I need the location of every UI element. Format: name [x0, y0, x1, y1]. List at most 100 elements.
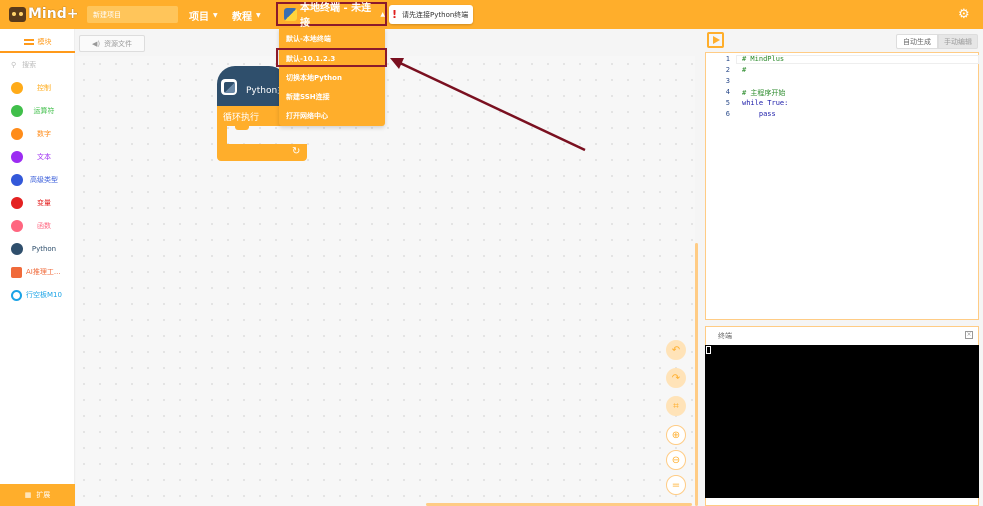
line-number: 3: [725, 77, 730, 85]
tab-blocks[interactable]: 模块: [0, 33, 75, 53]
terminal-cursor: [706, 346, 711, 354]
python-block-icon: [221, 79, 237, 95]
python-icon: [284, 7, 297, 21]
redo-icon[interactable]: ↷: [666, 368, 686, 388]
zoom-out-icon[interactable]: ⊖: [666, 450, 686, 470]
category-advanced-types[interactable]: 高级类型: [0, 169, 75, 191]
category-unihiker-m10[interactable]: 行空板M10: [0, 284, 75, 306]
connect-tip: ! 请先连接Python终端: [389, 5, 474, 24]
chevron-down-icon: ▼: [213, 12, 218, 19]
code-line: 6 pass: [706, 110, 776, 121]
category-label: 行空板M10: [26, 291, 62, 299]
menu-item-switch-local-python[interactable]: 切换本地Python: [279, 67, 385, 86]
category-label: 高级类型: [30, 176, 58, 184]
category-variables[interactable]: 变量: [0, 192, 75, 214]
manual-edit-button[interactable]: 手动编辑: [938, 34, 978, 49]
category-label: 控制: [37, 84, 51, 92]
tab-blocks-label: 模块: [37, 38, 52, 46]
menu-project[interactable]: 项目 ▼: [189, 8, 218, 23]
loop-arm: [217, 126, 227, 144]
code-line: 1 # MindPlus: [706, 55, 784, 66]
brand-name: Mind+: [28, 6, 79, 22]
category-label: 运算符: [33, 107, 55, 115]
category-label: AI推理工...: [26, 268, 61, 276]
loop-label: 循环执行: [223, 113, 260, 123]
vertical-scrollbar[interactable]: [695, 243, 698, 506]
category-dot-icon: [11, 105, 23, 117]
category-python[interactable]: Python: [0, 238, 75, 260]
code-text: # MindPlus: [742, 55, 785, 63]
menu-project-label: 项目: [189, 12, 209, 23]
category-dot-icon: [11, 197, 23, 209]
terminal-dropdown-menu: 默认-本地终端 默认-10.1.2.3 切换本地Python 新建SSH连接 打…: [276, 28, 387, 126]
category-numbers[interactable]: 数字: [0, 123, 75, 145]
menu-tutorial[interactable]: 教程 ▼: [232, 8, 261, 23]
reset-zoom-icon[interactable]: =: [666, 475, 686, 495]
robot-logo-icon: [9, 6, 26, 22]
block-search[interactable]: ⚲ 搜索: [11, 60, 36, 70]
category-operators[interactable]: 运算符: [0, 100, 75, 122]
extension-icon: ▦: [24, 491, 32, 499]
category-label: Python: [31, 245, 57, 253]
menu-item-default-local-terminal[interactable]: 默认-本地终端: [279, 28, 385, 47]
close-icon[interactable]: ×: [965, 331, 973, 339]
gear-icon[interactable]: ⚙: [958, 7, 970, 22]
mindplus-logo[interactable]: Mind+: [9, 4, 78, 24]
line-number: 6: [725, 110, 730, 118]
terminal-selector-label: 本地终端 - 未连接: [300, 3, 372, 29]
category-text[interactable]: 文本: [0, 146, 75, 168]
category-control[interactable]: 控制: [0, 77, 75, 99]
tab-assets-label: 资源文件: [104, 39, 133, 48]
chevron-down-icon: ▼: [256, 12, 261, 19]
extension-button[interactable]: ▦ 扩展: [0, 484, 75, 506]
category-dot-icon: [11, 82, 23, 94]
loop-notch: [235, 126, 249, 130]
terminal-title: 终端: [718, 332, 732, 340]
category-functions[interactable]: 函数: [0, 215, 75, 237]
category-dot-icon: [11, 151, 23, 163]
zoom-in-icon[interactable]: ⊕: [666, 425, 686, 445]
code-text: while True:: [742, 99, 789, 107]
category-dot-icon: [11, 220, 23, 232]
category-label: 文本: [37, 153, 51, 161]
menu-item-default-remote[interactable]: 默认-10.1.2.3: [276, 48, 387, 67]
code-editor[interactable]: 1 # MindPlus 2 # 3 4 # 主程序开始 5 while Tru…: [705, 52, 979, 320]
crop-icon[interactable]: ⌗: [666, 396, 686, 416]
warning-icon: !: [392, 8, 398, 21]
line-number: 1: [725, 55, 730, 63]
extension-label: 扩展: [36, 491, 51, 499]
category-label: 数字: [37, 130, 51, 138]
category-label: 函数: [37, 222, 51, 230]
ai-chip-icon: [11, 266, 22, 278]
menu-item-new-ssh[interactable]: 新建SSH连接: [279, 86, 385, 105]
menu-item-network-center[interactable]: 打开网络中心: [279, 105, 385, 124]
category-dot-icon: [11, 174, 23, 186]
terminal-selector[interactable]: 本地终端 - 未连接 ▲: [276, 2, 387, 29]
search-placeholder: 搜索: [22, 61, 37, 69]
run-button[interactable]: [707, 32, 724, 48]
line-number: 2: [725, 66, 730, 74]
code-text: # 主程序开始: [742, 89, 786, 97]
category-ai-inference[interactable]: AI推理工...: [0, 261, 75, 283]
category-label: 变量: [37, 199, 51, 207]
search-icon: ⚲: [11, 61, 17, 69]
code-text: pass: [742, 110, 776, 118]
undo-icon[interactable]: ↶: [666, 340, 686, 360]
terminal-screen[interactable]: [705, 345, 979, 498]
project-name-input[interactable]: 新建项目: [87, 6, 178, 23]
category-dot-icon: [11, 128, 23, 140]
line-number: 4: [725, 88, 730, 96]
auto-generate-button[interactable]: 自动生成: [896, 34, 938, 49]
menu-tutorial-label: 教程: [232, 12, 252, 23]
code-line: 5 while True:: [706, 99, 789, 110]
tab-assets[interactable]: ◀) 资源文件: [79, 35, 145, 52]
code-line: 4 # 主程序开始: [706, 88, 786, 99]
line-number: 5: [725, 99, 730, 107]
chevron-up-icon: ▲: [380, 10, 385, 18]
code-text: #: [742, 66, 747, 74]
category-dot-icon: [11, 243, 23, 255]
blocks-icon: [23, 39, 34, 45]
connect-tip-text: 请先连接Python终端: [402, 10, 469, 19]
block-workspace[interactable]: [76, 56, 695, 506]
code-line: 3: [706, 77, 742, 88]
